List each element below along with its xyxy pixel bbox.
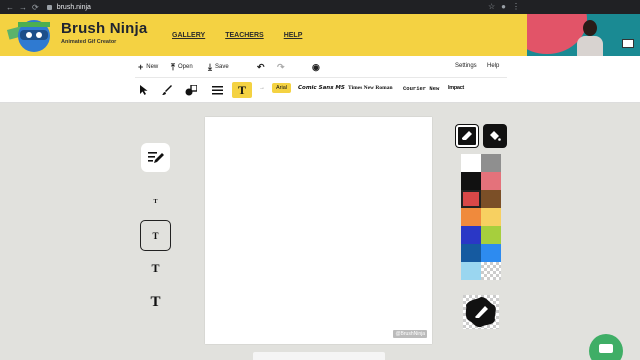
- eraser-icon: [462, 131, 472, 140]
- chat-icon: [599, 344, 613, 353]
- open-label: Open: [177, 64, 193, 70]
- color-palette: [461, 154, 501, 280]
- swatch-sky-blue[interactable]: [481, 244, 501, 262]
- lines-icon: [211, 85, 223, 94]
- font-courier[interactable]: Courier New: [403, 85, 439, 92]
- eye-icon: ◉: [312, 62, 320, 72]
- save-button[interactable]: ⤓ Save: [208, 62, 229, 72]
- text-mode-button[interactable]: [141, 143, 170, 172]
- arrow-right-icon: →: [259, 85, 265, 91]
- presenter-video: [577, 20, 603, 57]
- redo-icon: ↷: [277, 62, 285, 72]
- text-size-large[interactable]: T: [140, 253, 171, 284]
- presenter-badge: [622, 39, 634, 48]
- font-times[interactable]: Times New Roman: [348, 85, 393, 91]
- swatch-blue[interactable]: [461, 226, 481, 244]
- nav-gallery[interactable]: GALLERY: [172, 32, 205, 39]
- webcam-overlay: [527, 14, 640, 57]
- drawing-canvas[interactable]: @BrushNinja: [205, 117, 432, 344]
- onion-skin-button[interactable]: ◉: [312, 62, 320, 72]
- text-size-small[interactable]: T: [140, 186, 171, 217]
- brush-size-picker[interactable]: [463, 295, 499, 329]
- forward-icon[interactable]: →: [19, 3, 27, 12]
- text-icon: T: [237, 82, 246, 97]
- extension-icon[interactable]: ●: [501, 2, 506, 11]
- select-tool[interactable]: [135, 82, 151, 98]
- swatch-gray[interactable]: [481, 154, 501, 172]
- browser-nav: ← → ⟳: [6, 3, 39, 12]
- canvas-watermark: @BrushNinja: [393, 330, 427, 338]
- reload-icon[interactable]: ⟳: [32, 3, 39, 12]
- chat-button[interactable]: [589, 334, 623, 360]
- swatch-pink[interactable]: [481, 172, 501, 190]
- swatch-white[interactable]: [461, 154, 481, 172]
- presenter-body: [577, 36, 603, 57]
- shapes-tool[interactable]: [183, 82, 199, 98]
- swatch-light-blue[interactable]: [461, 262, 481, 280]
- brand-name[interactable]: Brush Ninja: [61, 20, 147, 37]
- save-label: Save: [214, 64, 229, 70]
- new-label: New: [146, 64, 159, 70]
- star-icon[interactable]: ☆: [488, 2, 495, 11]
- tools-row: T → Arial Comic Sans MS Times New Roman …: [135, 80, 507, 100]
- frames-strip[interactable]: [253, 352, 385, 360]
- settings-button[interactable]: Settings: [455, 63, 477, 69]
- back-icon[interactable]: ←: [6, 3, 14, 12]
- file-actions-row: + New ⤒ Open ⤓ Save ↶ ↷ ◉ Settings Help: [135, 60, 507, 78]
- download-icon: ⤓: [208, 62, 212, 72]
- lock-icon: [46, 4, 52, 10]
- edit-text-icon: [147, 151, 164, 163]
- undo-button[interactable]: ↶: [257, 62, 265, 72]
- site-header: Brush Ninja Animated Gif Creator GALLERY…: [0, 14, 640, 57]
- redo-button[interactable]: ↷: [277, 62, 285, 72]
- browser-chrome: ← → ⟳ brush.ninja ☆ ● ⋮: [0, 0, 640, 14]
- cursor-icon: [139, 85, 147, 95]
- swatch-transparent[interactable]: [481, 262, 501, 280]
- fill-tool[interactable]: [483, 124, 507, 148]
- main-nav: GALLERY TEACHERS HELP: [172, 32, 302, 39]
- help-label: Help: [487, 63, 500, 69]
- text-size-xlarge[interactable]: T: [140, 287, 171, 318]
- presenter-head: [583, 20, 597, 36]
- new-button[interactable]: + New: [138, 62, 159, 72]
- lines-tool[interactable]: [209, 82, 225, 98]
- nav-teachers[interactable]: TEACHERS: [225, 32, 264, 39]
- swatch-orange[interactable]: [461, 208, 481, 226]
- settings-label: Settings: [455, 63, 477, 69]
- text-tool[interactable]: T: [232, 82, 252, 98]
- brand-tagline: Animated Gif Creator: [61, 39, 117, 45]
- swatch-brown[interactable]: [481, 190, 501, 208]
- menu-icon[interactable]: ⋮: [512, 2, 520, 11]
- swatch-lime[interactable]: [481, 226, 501, 244]
- eraser-tool[interactable]: [455, 124, 479, 148]
- open-button[interactable]: ⤒ Open: [171, 62, 193, 72]
- swatch-black[interactable]: [461, 172, 481, 190]
- shapes-icon: [185, 84, 197, 95]
- swatch-yellow[interactable]: [481, 208, 501, 226]
- font-impact[interactable]: Impact: [448, 85, 464, 91]
- help-button[interactable]: Help: [487, 63, 499, 69]
- brush-icon: [161, 84, 172, 95]
- browser-actions: ☆ ● ⋮: [488, 2, 520, 11]
- editor-toolbar: + New ⤒ Open ⤓ Save ↶ ↷ ◉ Settings Help: [0, 56, 640, 103]
- ninja-logo[interactable]: [6, 16, 58, 54]
- paint-bucket-icon: [490, 131, 501, 141]
- plus-icon: +: [138, 62, 144, 72]
- swatch-red[interactable]: [461, 190, 481, 208]
- font-arial[interactable]: Arial: [272, 83, 292, 93]
- brush-tool[interactable]: [159, 82, 175, 98]
- text-size-medium[interactable]: T: [140, 220, 171, 251]
- swatch-dark-blue[interactable]: [461, 244, 481, 262]
- font-comic-sans[interactable]: Comic Sans MS: [298, 85, 345, 91]
- undo-icon: ↶: [257, 62, 265, 72]
- nav-help[interactable]: HELP: [284, 32, 303, 39]
- upload-icon: ⤒: [171, 62, 175, 72]
- address-bar[interactable]: brush.ninja: [57, 4, 91, 11]
